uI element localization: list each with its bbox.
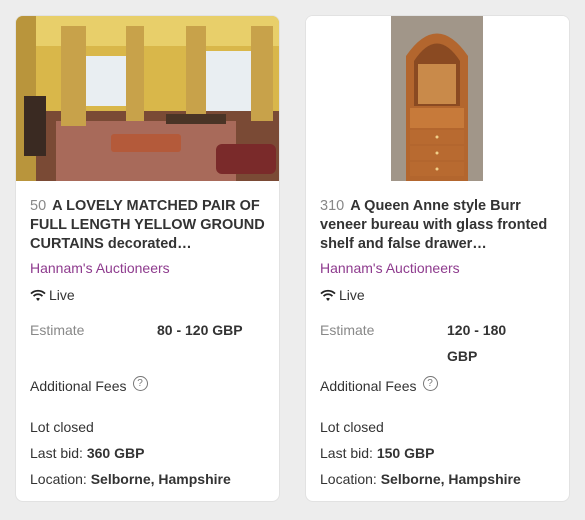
wifi-signal-icon (320, 289, 336, 301)
auctioneer-link[interactable]: Hannam's Auctioneers (30, 259, 265, 277)
lot-card[interactable]: 50 A LOVELY MATCHED PAIR OF FULL LENGTH Y… (16, 16, 279, 501)
estimate-value: 120 - 180 GBP (447, 322, 507, 364)
live-indicator: Live (30, 286, 265, 304)
question-circle-icon[interactable]: ? (422, 375, 438, 391)
auctioneer-link[interactable]: Hannam's Auctioneers (320, 259, 555, 277)
estimate-row: Estimate 120 - 180 GBP (320, 317, 555, 369)
last-bid-label: Last bid: (320, 445, 373, 461)
lot-number: 50 (30, 198, 47, 214)
lot-status: Lot closed Last bid: 360 GBP Location: S… (30, 414, 231, 492)
live-label: Live (49, 287, 75, 303)
location-value: Selborne, Hampshire (90, 471, 231, 487)
lot-number: 310 (320, 198, 345, 214)
location: Location: Selborne, Hampshire (30, 466, 231, 492)
lot-image-bureau[interactable] (306, 16, 569, 181)
last-bid: Last bid: 150 GBP (320, 440, 521, 466)
location: Location: Selborne, Hampshire (320, 466, 521, 492)
lot-closed-text: Lot closed (320, 419, 384, 435)
location-value: Selborne, Hampshire (380, 471, 521, 487)
lot-title[interactable]: 310 A Queen Anne style Burr veneer bureau… (320, 197, 555, 255)
lot-card[interactable]: 310 A Queen Anne style Burr veneer bureau… (306, 16, 569, 501)
last-bid-value: 360 GBP (86, 445, 145, 461)
additional-fees-label: Additional Fees (320, 378, 417, 394)
lot-title-text: A Queen Anne style Burr veneer bureau wi… (320, 198, 548, 252)
wifi-signal-icon (30, 289, 46, 301)
additional-fees: Additional Fees ? (30, 375, 148, 394)
live-indicator: Live (320, 286, 555, 304)
lot-image-curtains-room[interactable] (16, 16, 279, 181)
location-label: Location: (320, 471, 377, 487)
lot-title[interactable]: 50 A LOVELY MATCHED PAIR OF FULL LENGTH Y… (30, 197, 265, 255)
estimate-value: 80 - 120 GBP (157, 322, 243, 338)
estimate-label: Estimate (30, 322, 85, 338)
last-bid: Last bid: 360 GBP (30, 440, 231, 466)
estimate-label: Estimate (320, 322, 375, 338)
live-label: Live (339, 287, 365, 303)
additional-fees-label: Additional Fees (30, 378, 127, 394)
additional-fees: Additional Fees ? (320, 375, 438, 394)
last-bid-label: Last bid: (30, 445, 83, 461)
last-bid-value: 150 GBP (376, 445, 435, 461)
estimate-row: Estimate 80 - 120 GBP (30, 317, 265, 343)
question-circle-icon[interactable]: ? (132, 375, 148, 391)
lot-closed-text: Lot closed (30, 419, 94, 435)
lot-status: Lot closed Last bid: 150 GBP Location: S… (320, 414, 521, 492)
lot-title-text: A LOVELY MATCHED PAIR OF FULL LENGTH YEL… (30, 198, 265, 252)
location-label: Location: (30, 471, 87, 487)
